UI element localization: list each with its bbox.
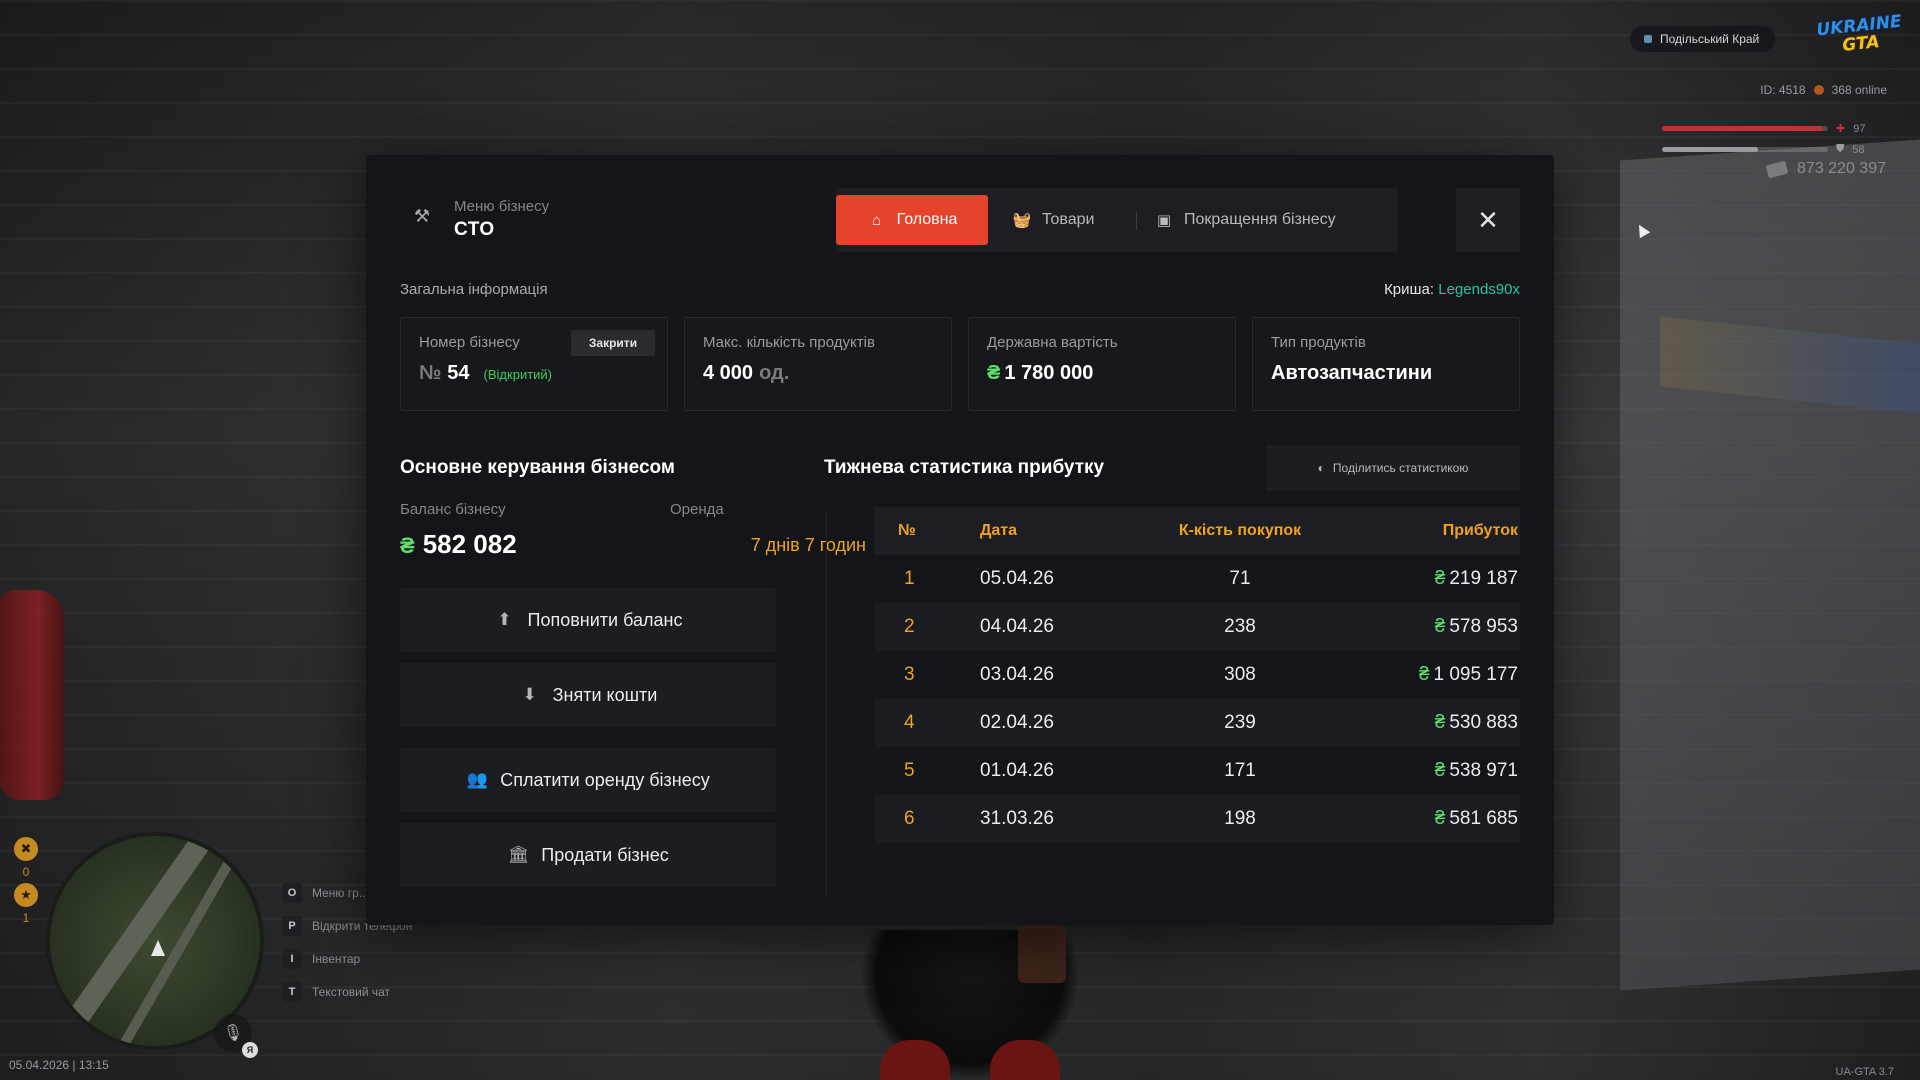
table-row: 1 05.04.26 71 ₴ 219 187 xyxy=(904,568,1518,589)
wanted-icon: ✖ xyxy=(14,837,38,861)
max-products-value: 4 000 xyxy=(703,362,754,384)
hud-side-icons: ✖ 0 ★ 1 xyxy=(14,837,38,925)
mic-badge: Я xyxy=(242,1042,258,1058)
rent-label: Оренда xyxy=(670,501,724,518)
roof-info: Криша: Legends90x xyxy=(1384,281,1520,298)
share-stats-button[interactable]: ◐ Поділитись статистикою xyxy=(1266,445,1520,491)
stats-title: Тижнева статистика прибутку xyxy=(824,457,1105,478)
product-type-value: Автозапчастини xyxy=(1271,362,1433,384)
star-icon: ★ xyxy=(14,883,38,907)
tab-divider xyxy=(1136,212,1137,230)
product-type-card: Тип продуктів Автозапчастини xyxy=(1252,317,1520,411)
hud-money: 873 220 397 xyxy=(1765,160,1886,178)
withdraw-button[interactable]: ⬇ Зняти кошти xyxy=(400,663,776,727)
close-icon: ✕ xyxy=(1477,204,1499,235)
business-status: (Відкритий) xyxy=(483,367,553,382)
max-products-card: Макс. кількість продуктів 4 000 од. xyxy=(684,317,952,411)
player-arrow-icon xyxy=(151,940,165,956)
player-bag xyxy=(1018,925,1066,983)
table-header: № Дата К-кість покупок Прибуток xyxy=(874,507,1520,555)
server-icon xyxy=(1644,35,1652,43)
control-title: Основне керування бізнесом xyxy=(400,457,675,478)
game-logo: UKRAINE GTA xyxy=(1815,11,1903,56)
shield-icon: ⛊ xyxy=(1836,143,1845,155)
hotkey-row: I Інвентар xyxy=(282,949,412,969)
server-badge: Подільський Край xyxy=(1630,26,1776,52)
withdraw-icon: ⬇ xyxy=(522,685,537,704)
cash-icon xyxy=(1765,160,1789,178)
table-row: 3 03.04.26 308 ₴ 1 095 177 xyxy=(904,664,1518,685)
state-value: 1 780 000 xyxy=(1004,362,1094,384)
deposit-button[interactable]: ⬆ Поповнити баланс xyxy=(400,588,776,652)
fire-extinguisher xyxy=(0,590,64,800)
tab-products[interactable]: 🧺 Товари xyxy=(1012,195,1095,245)
close-business-button[interactable]: Закрити xyxy=(571,330,655,356)
server-name: Подільський Край xyxy=(1660,32,1760,46)
deposit-icon: ⬆ xyxy=(497,610,512,629)
armor-value: 58 xyxy=(1852,143,1865,156)
basket-icon: 🧺 xyxy=(1012,212,1032,229)
business-menu-modal: ⚒ Меню бізнесу СТО ⌂ Головна 🧺 Товари ▣ … xyxy=(366,155,1554,925)
menu-subtitle: Меню бізнесу xyxy=(454,198,550,215)
balance-label: Баланс бізнесу xyxy=(400,501,506,518)
wanted-count: 0 xyxy=(22,865,30,879)
game-version: UA-GTA 3.7 xyxy=(1835,1066,1894,1078)
health-bar xyxy=(1662,126,1828,131)
background-panel xyxy=(1620,139,1920,991)
table-row: 2 04.04.26 238 ₴ 578 953 xyxy=(874,603,1520,651)
currency-icon: ₴ xyxy=(987,362,1001,384)
section-divider xyxy=(826,511,827,897)
pay-rent-button[interactable]: 👥 Сплатити оренду бізнесу xyxy=(400,748,776,812)
business-number: 54 xyxy=(447,362,470,384)
health-row: ✚ 97 xyxy=(1662,122,1865,135)
player-id: ID: 4518 xyxy=(1760,83,1806,97)
business-number-card: Номер бізнесу Закрити № 54 (Відкритий) xyxy=(400,317,668,411)
stars-count: 1 xyxy=(22,911,30,925)
balance-value: ₴ 582 082 xyxy=(400,529,517,559)
state-value-card: Державна вартість ₴ 1 780 000 xyxy=(968,317,1236,411)
table-row: 5 01.04.26 171 ₴ 538 971 xyxy=(904,760,1518,781)
bank-icon: 🏛 xyxy=(507,845,530,864)
health-icon: ✚ xyxy=(1836,123,1846,135)
roof-value: Legends90x xyxy=(1438,281,1520,298)
home-icon: ⌂ xyxy=(872,211,882,229)
currency-icon: ₴ xyxy=(400,533,415,558)
sell-business-button[interactable]: 🏛 Продати бізнес xyxy=(400,823,776,887)
upgrade-icon: ▣ xyxy=(1156,212,1172,229)
hotkey-row: T Текстовий чат xyxy=(282,982,412,1002)
modal-header: ⚒ Меню бізнесу СТО ⌂ Головна 🧺 Товари ▣ … xyxy=(366,155,1554,265)
datetime: 05.04.2026 | 13:15 xyxy=(9,1058,109,1072)
share-icon: ◐ xyxy=(1317,461,1325,475)
rent-value: 7 днів 7 годин xyxy=(750,535,866,555)
armor-row: ⛊ 58 xyxy=(1662,143,1865,156)
online-icon xyxy=(1813,85,1824,95)
general-info-title: Загальна інформація xyxy=(400,281,548,298)
close-button[interactable]: ✕ xyxy=(1456,188,1520,252)
health-value: 97 xyxy=(1853,122,1866,135)
business-title: СТО xyxy=(454,219,495,240)
users-icon: 👥 xyxy=(466,770,488,789)
stats-table: № Дата К-кість покупок Прибуток 1 05.04.… xyxy=(874,507,1520,843)
hud-stats: ID: 4518 368 online xyxy=(1760,83,1887,97)
table-row: 6 31.03.26 198 ₴ 581 685 xyxy=(874,795,1520,843)
business-menu-icon: ⚒ xyxy=(413,206,431,226)
armor-bar xyxy=(1662,147,1828,152)
money-value: 873 220 397 xyxy=(1797,160,1886,177)
tab-upgrades[interactable]: ▣ Покращення бізнесу xyxy=(1154,195,1336,245)
online-count: 368 online xyxy=(1831,83,1887,97)
tab-main[interactable]: ⌂ Головна xyxy=(836,195,988,245)
table-row: 4 02.04.26 239 ₴ 530 883 xyxy=(874,699,1520,747)
tab-bar: ⌂ Головна 🧺 Товари ▣ Покращення бізнесу xyxy=(836,188,1398,252)
